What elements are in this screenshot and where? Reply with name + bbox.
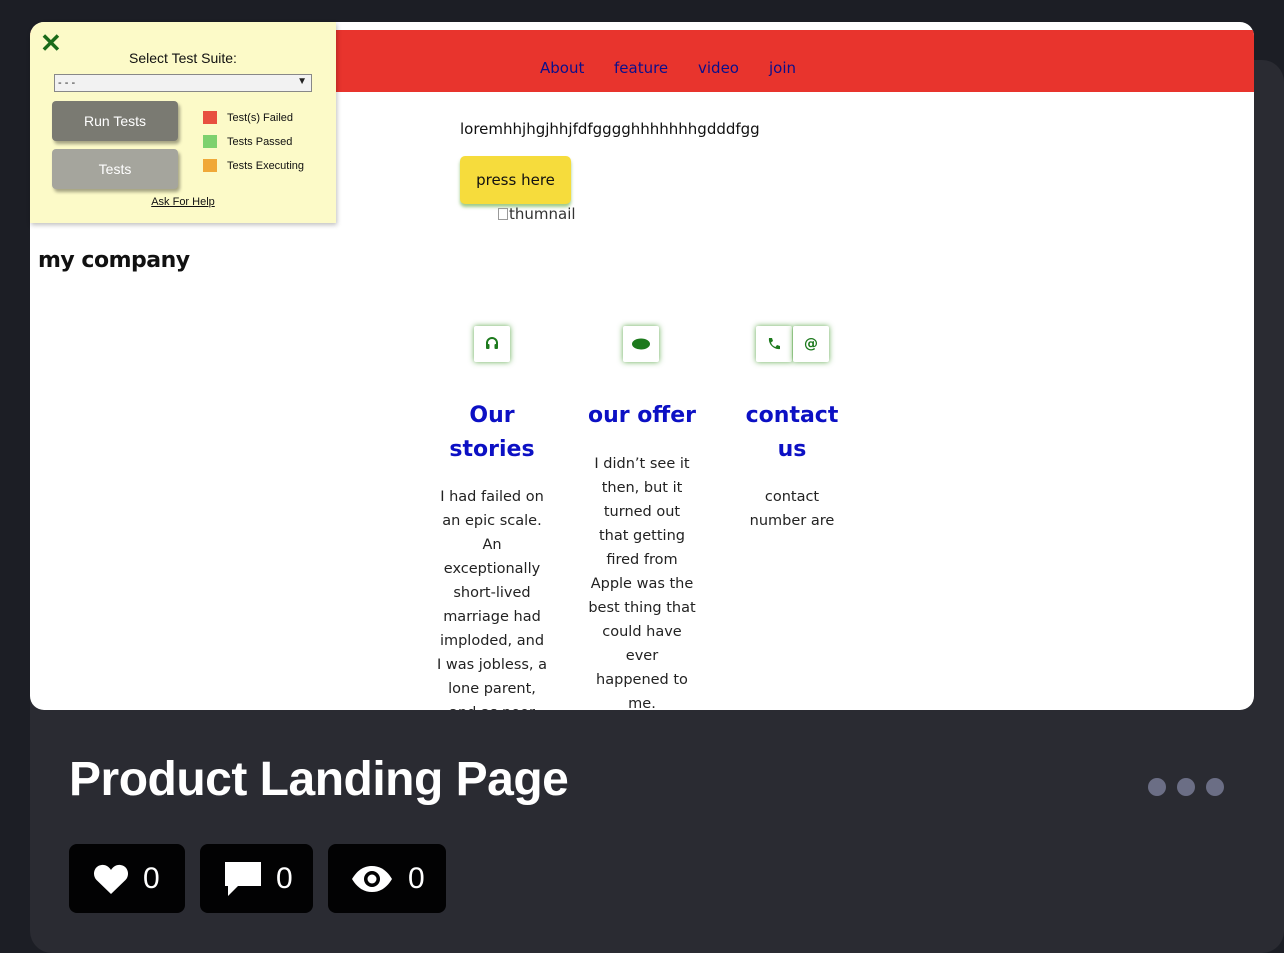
comment-icon: [224, 861, 262, 897]
feature-title-line: contact: [745, 403, 839, 428]
feature-text-line: an epic scale.: [442, 513, 542, 529]
project-title[interactable]: Product Landing Page: [69, 752, 569, 807]
nav-link-video[interactable]: video: [698, 59, 739, 77]
feature-text-line: An: [482, 537, 502, 553]
feature-text-line: happened to: [596, 672, 688, 688]
passed-swatch: [203, 135, 217, 148]
press-here-button[interactable]: press here: [460, 156, 571, 204]
feature-text-line: I was jobless, a: [436, 657, 548, 673]
more-dot: [1177, 778, 1195, 796]
feature-title-line: stories: [449, 437, 535, 462]
feature-text-line: best thing that: [588, 600, 696, 616]
test-suite-select[interactable]: - - - ▼: [54, 74, 312, 92]
views-indicator: 0: [328, 844, 446, 913]
phone-icon[interactable]: [756, 326, 792, 362]
legend-failed: Test(s) Failed: [203, 111, 293, 124]
thumbnail-image: thumnail: [498, 205, 576, 223]
feature-text-line: I had failed on: [440, 489, 544, 505]
feature-text-line: Apple was the: [590, 576, 694, 592]
feature-text-line: that getting: [599, 528, 685, 544]
feature-text-line: exceptionally: [443, 561, 541, 577]
comment-count: 0: [276, 861, 293, 895]
nav-link-feature[interactable]: feature: [614, 59, 668, 77]
like-count: 0: [143, 861, 160, 895]
feature-text-line: me.: [628, 696, 656, 710]
feature-text-line: short-lived: [453, 585, 531, 601]
legend-label: Tests Executing: [227, 159, 305, 172]
test-suite-select-value: - - -: [58, 77, 76, 89]
feature-text-line: could have: [602, 624, 682, 640]
feature-title-contact-us: contact us: [731, 399, 853, 467]
feature-text-line: ever: [625, 648, 659, 664]
more-dot: [1148, 778, 1166, 796]
feature-title-line: us: [777, 437, 807, 462]
intro-text: loremhhjhgjhhjfdfgggghhhhhhhgdddfgg: [460, 120, 760, 138]
feature-text-line: marriage had: [443, 609, 541, 625]
feature-title-line: Our: [469, 403, 515, 428]
failed-swatch: [203, 111, 217, 124]
legend-label: Tests Passed: [227, 135, 293, 148]
feature-text-line: lone parent,: [448, 681, 536, 697]
more-options-button[interactable]: [1148, 778, 1224, 796]
thumbnail-alt-text: thumnail: [509, 205, 576, 223]
tests-button[interactable]: Tests: [52, 149, 178, 189]
feature-text-line: imploded, and: [439, 633, 545, 649]
more-dot: [1206, 778, 1224, 796]
nav-link-about[interactable]: About: [540, 59, 584, 77]
eye-icon: [350, 865, 394, 893]
test-suite-label: Select Test Suite:: [129, 50, 237, 66]
executing-swatch: [203, 159, 217, 172]
feature-title-our-offer: our offer: [581, 399, 703, 433]
feature-text-line: fired from: [606, 552, 678, 568]
feature-text-line: turned out: [603, 504, 681, 520]
legend-label: Test(s) Failed: [227, 111, 294, 124]
at-sign-icon[interactable]: @: [793, 326, 829, 362]
feature-title-line: our offer: [588, 403, 696, 428]
feature-text-our-offer: I didn’t see it then, but it turned out …: [578, 452, 706, 710]
feature-text-line: contact: [764, 489, 820, 505]
nav-link-join[interactable]: join: [769, 59, 796, 77]
feature-text-contact-us: contact number are: [731, 485, 853, 533]
legend-passed: Tests Passed: [203, 135, 292, 148]
like-button[interactable]: 0: [69, 844, 185, 913]
feature-text-line: number are: [749, 513, 835, 529]
feature-title-our-stories: Our stories: [431, 399, 553, 467]
legend-executing: Tests Executing: [203, 159, 304, 172]
headset-icon[interactable]: [474, 326, 510, 362]
ask-for-help-link[interactable]: Ask For Help: [30, 196, 336, 208]
feature-text-our-stories: I had failed on an epic scale. An except…: [431, 485, 553, 710]
test-suite-panel: ✕ Select Test Suite: - - - ▼ Run Tests T…: [30, 22, 336, 223]
run-tests-button[interactable]: Run Tests: [52, 101, 178, 141]
feature-text-line: and as poor: [431, 701, 553, 710]
heart-icon: [93, 863, 129, 895]
chevron-down-icon: ▼: [297, 76, 307, 87]
comment-button[interactable]: 0: [200, 844, 313, 913]
brand-name: my company: [38, 248, 190, 273]
view-count: 0: [408, 861, 425, 895]
feature-text-line: then, but it: [601, 480, 683, 496]
feature-text-line: I didn’t see it: [594, 456, 690, 472]
broken-image-icon: [498, 208, 508, 220]
salesforce-cloud-icon[interactable]: [623, 326, 659, 362]
